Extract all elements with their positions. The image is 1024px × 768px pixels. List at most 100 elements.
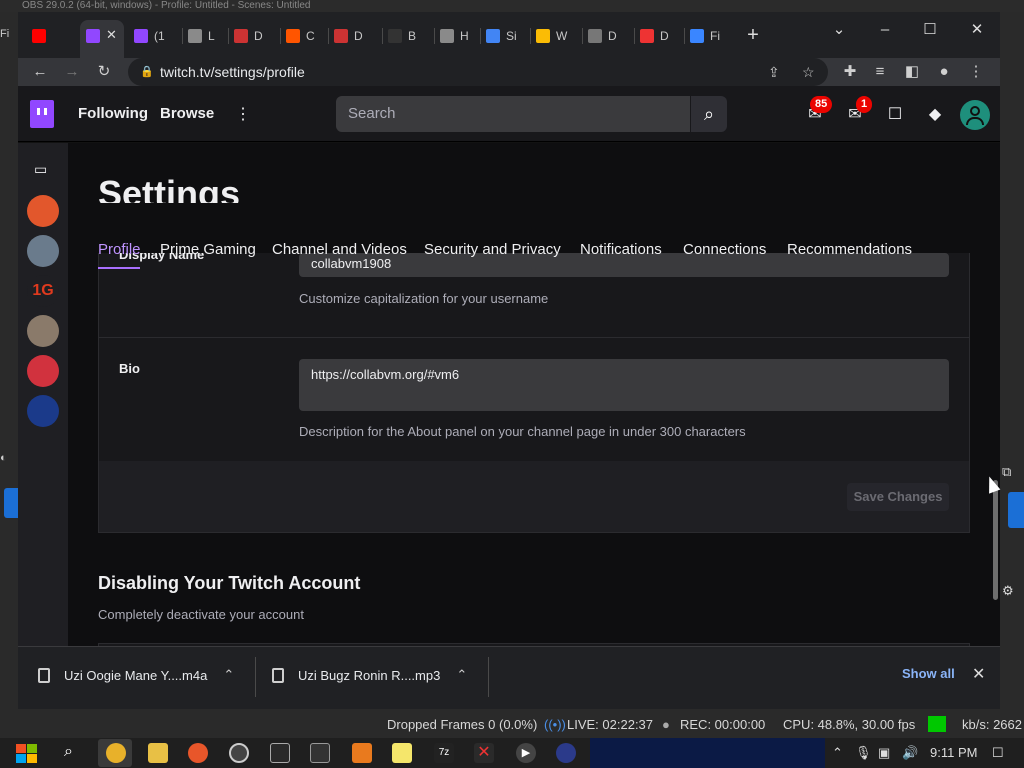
maximize-button[interactable]: ☐ (915, 18, 945, 42)
profile-icon[interactable]: ● (934, 62, 954, 82)
browser-tab-label: B (408, 29, 417, 43)
notepad-icon[interactable] (392, 743, 412, 763)
menu-kebab-icon[interactable]: ⋮ (966, 62, 986, 82)
search-icon[interactable]: ⌕ (64, 743, 84, 763)
channel-avatar[interactable] (27, 195, 59, 227)
bookmark-star-icon[interactable]: ☆ (802, 58, 815, 86)
browser-tab[interactable]: D (640, 24, 672, 48)
chevron-up-icon[interactable]: ⌃ (223, 667, 234, 683)
crown-icon[interactable]: ◆ (924, 104, 946, 126)
back-icon[interactable]: ← (30, 62, 50, 82)
reload-icon[interactable]: ↻ (94, 62, 114, 82)
obs-selected-item[interactable] (1008, 492, 1024, 528)
disable-account-heading: Disabling Your Twitch Account (98, 573, 361, 593)
browser-tab[interactable]: Fi (690, 24, 722, 48)
tab-prime-gaming[interactable]: Prime Gaming (160, 241, 256, 258)
page-scrollbar[interactable] (993, 480, 998, 600)
channel-avatar[interactable] (27, 395, 59, 427)
side-panel-icon[interactable]: ◧ (902, 62, 922, 82)
windows-start-icon[interactable] (12, 742, 42, 766)
browser-tab[interactable]: D (588, 24, 620, 48)
browser-tab-label: (1 (154, 29, 165, 43)
7zip-icon[interactable]: 7z (434, 743, 454, 763)
camera-icon[interactable] (270, 743, 290, 763)
download-item[interactable]: Uzi Oogie Mane Y....m4a ⌃ (38, 661, 234, 689)
browser-tab[interactable] (32, 24, 64, 48)
tab-recommendations[interactable]: Recommendations (787, 241, 912, 258)
chevron-up-icon[interactable]: ⌃ (456, 667, 467, 683)
download-item[interactable]: Uzi Bugz Ronin R....mp3 ⌃ (272, 661, 467, 689)
twitch-logo-icon[interactable] (30, 100, 54, 128)
share-icon[interactable]: ⇪ (768, 58, 780, 86)
browser-tab[interactable]: H (440, 24, 472, 48)
browser-tab[interactable]: W (536, 24, 568, 48)
tab-connections[interactable]: Connections (683, 241, 766, 258)
tab-search-icon[interactable]: ⌄ (824, 18, 854, 42)
close-window-button[interactable]: ✕ (962, 18, 992, 42)
bio-field[interactable]: https://collabvm.org/#vm6 (299, 359, 949, 411)
browser-tab-label: D (660, 29, 669, 43)
channel-avatar[interactable] (27, 355, 59, 387)
tray-chevron-icon[interactable]: ⌃ (832, 745, 843, 761)
video-camera-icon[interactable]: ▭ (34, 161, 47, 178)
obs-menu-file[interactable]: Fi (0, 28, 18, 42)
tab-channel-and-videos[interactable]: Channel and Videos (272, 241, 407, 258)
forward-icon[interactable]: → (62, 62, 82, 82)
more-kebab-icon[interactable]: ⋮ (232, 104, 254, 126)
network-icon[interactable]: ▣ (878, 745, 890, 761)
browser-tab[interactable]: D (334, 24, 366, 48)
file-explorer-icon[interactable] (148, 743, 168, 763)
nav-following[interactable]: Following (78, 105, 148, 122)
file-icon (272, 667, 284, 683)
show-all-link[interactable]: Show all (902, 666, 955, 681)
microphone-icon[interactable]: 🎙 (855, 745, 872, 761)
save-changes-button[interactable]: Save Changes (847, 483, 949, 511)
clock[interactable]: 9:11 PM (930, 745, 977, 760)
new-tab-button[interactable]: + (742, 24, 764, 46)
stream-icon (690, 29, 704, 43)
paint-icon[interactable] (352, 743, 372, 763)
tab-profile[interactable]: Profile (98, 241, 141, 258)
app-icon[interactable] (556, 743, 576, 763)
x-app-icon[interactable]: ✕ (474, 743, 494, 763)
browser-tab[interactable]: L (188, 24, 220, 48)
search-icon[interactable]: ⌕ (691, 96, 727, 132)
browser-tab[interactable]: C (286, 24, 318, 48)
close-tab-icon[interactable]: ✕ (106, 27, 117, 43)
divider (488, 657, 489, 697)
channel-avatar-1g[interactable]: 1G (27, 275, 59, 307)
divider (99, 337, 969, 338)
tab-separator (634, 28, 635, 44)
whispers-icon[interactable]: ☐ (884, 104, 906, 126)
nav-browse[interactable]: Browse (160, 105, 214, 122)
wallpaper-strip (590, 738, 825, 768)
globe-icon (188, 29, 202, 43)
channel-avatar[interactable] (27, 315, 59, 347)
firefox-icon[interactable] (188, 743, 208, 763)
browser-tab[interactable]: D (234, 24, 266, 48)
obs-left-selected[interactable] (4, 488, 18, 518)
obs-gear-icon[interactable]: ⚙ (1002, 583, 1022, 601)
browser-tab-label: H (460, 29, 469, 43)
search-input[interactable]: Search (336, 96, 690, 132)
profile-settings-card: Display Name collabvm1908 Customize capi… (98, 247, 970, 533)
close-shelf-icon[interactable]: ✕ (972, 664, 985, 684)
tab-notifications[interactable]: Notifications (580, 241, 662, 258)
extensions-icon[interactable]: ✚ (840, 62, 860, 82)
obs-window-icon[interactable]: ⧉ (1002, 464, 1022, 482)
channel-avatar[interactable] (27, 235, 59, 267)
obs-icon[interactable] (229, 743, 249, 763)
browser-tab[interactable]: Si (486, 24, 518, 48)
address-bar[interactable]: 🔒 twitch.tv/settings/profile ⇪ ☆ (128, 58, 828, 86)
volume-icon[interactable]: 🔊 (902, 745, 918, 761)
media-player-icon[interactable]: ▶ (516, 743, 536, 763)
browser-tab[interactable]: B (388, 24, 420, 48)
terminal-icon[interactable] (310, 743, 330, 763)
notification-icon[interactable]: ☐ (992, 745, 1004, 761)
browser-tab[interactable]: (1 (134, 24, 166, 48)
rec-icon: ● (662, 717, 670, 732)
media-icon[interactable]: ≡ (870, 62, 890, 82)
tab-security-and-privacy[interactable]: Security and Privacy (424, 241, 561, 258)
minimize-button[interactable]: – (870, 18, 900, 42)
user-avatar-icon[interactable] (960, 100, 990, 130)
